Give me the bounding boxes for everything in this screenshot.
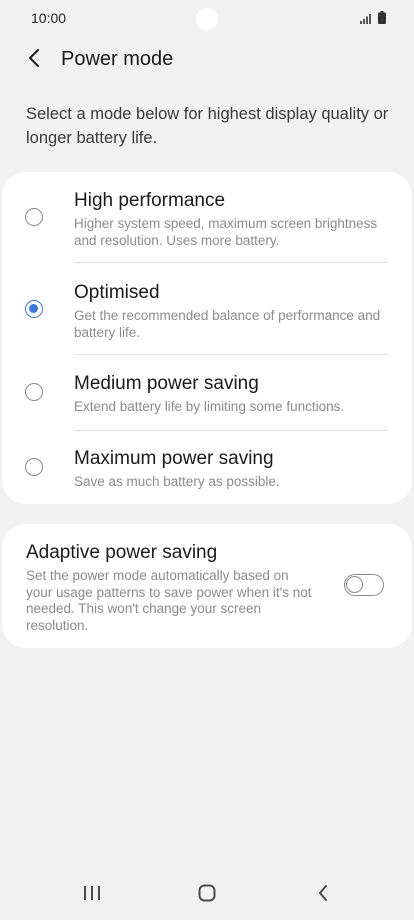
battery-icon xyxy=(378,11,386,29)
nav-back-button[interactable] xyxy=(308,882,338,908)
radio-optimised[interactable] xyxy=(25,300,43,318)
toggle-knob xyxy=(346,576,363,593)
back-icon xyxy=(317,884,329,907)
camera-cutout xyxy=(196,8,218,30)
status-time: 10:00 xyxy=(31,10,67,26)
home-icon xyxy=(198,884,216,907)
status-bar: 10:00 xyxy=(0,0,414,38)
status-icons xyxy=(360,11,386,29)
mode-title: High performance xyxy=(74,190,226,211)
mode-title: Optimised xyxy=(74,282,160,303)
mode-description: Get the recommended balance of performan… xyxy=(74,308,381,340)
recent-apps-icon xyxy=(83,885,101,906)
back-button[interactable] xyxy=(20,46,48,74)
mode-option-maximum-power-saving[interactable]: Maximum power saving Save as much batter… xyxy=(2,431,412,504)
navigation-bar xyxy=(0,870,414,920)
home-button[interactable] xyxy=(192,882,222,908)
mode-description: Higher system speed, maximum screen brig… xyxy=(74,216,378,248)
adaptive-power-saving-card[interactable]: Adaptive power saving Set the power mode… xyxy=(2,524,412,648)
radio-medium-power-saving[interactable] xyxy=(25,383,43,401)
adaptive-power-saving-toggle[interactable] xyxy=(344,574,384,596)
adaptive-description: Set the power mode automatically based o… xyxy=(26,568,312,633)
page-description: Select a mode below for highest display … xyxy=(26,105,389,147)
mode-description: Extend battery life by limiting some fun… xyxy=(74,399,345,414)
radio-maximum-power-saving[interactable] xyxy=(25,458,43,476)
mode-option-medium-power-saving[interactable]: Medium power saving Extend battery life … xyxy=(2,355,412,430)
recent-apps-button[interactable] xyxy=(77,882,107,908)
mode-option-optimised[interactable]: Optimised Get the recommended balance of… xyxy=(2,263,412,354)
power-modes-card: High performance Higher system speed, ma… xyxy=(2,172,412,504)
mode-option-high-performance[interactable]: High performance Higher system speed, ma… xyxy=(2,172,412,262)
mode-title: Maximum power saving xyxy=(74,448,274,469)
mode-description: Save as much battery as possible. xyxy=(74,474,280,489)
signal-icon xyxy=(360,11,372,29)
adaptive-title: Adaptive power saving xyxy=(26,542,218,563)
mode-title: Medium power saving xyxy=(74,373,259,394)
radio-high-performance[interactable] xyxy=(25,208,43,226)
header: Power mode xyxy=(0,40,414,80)
page-title: Power mode xyxy=(61,48,174,70)
chevron-left-icon xyxy=(27,48,41,73)
